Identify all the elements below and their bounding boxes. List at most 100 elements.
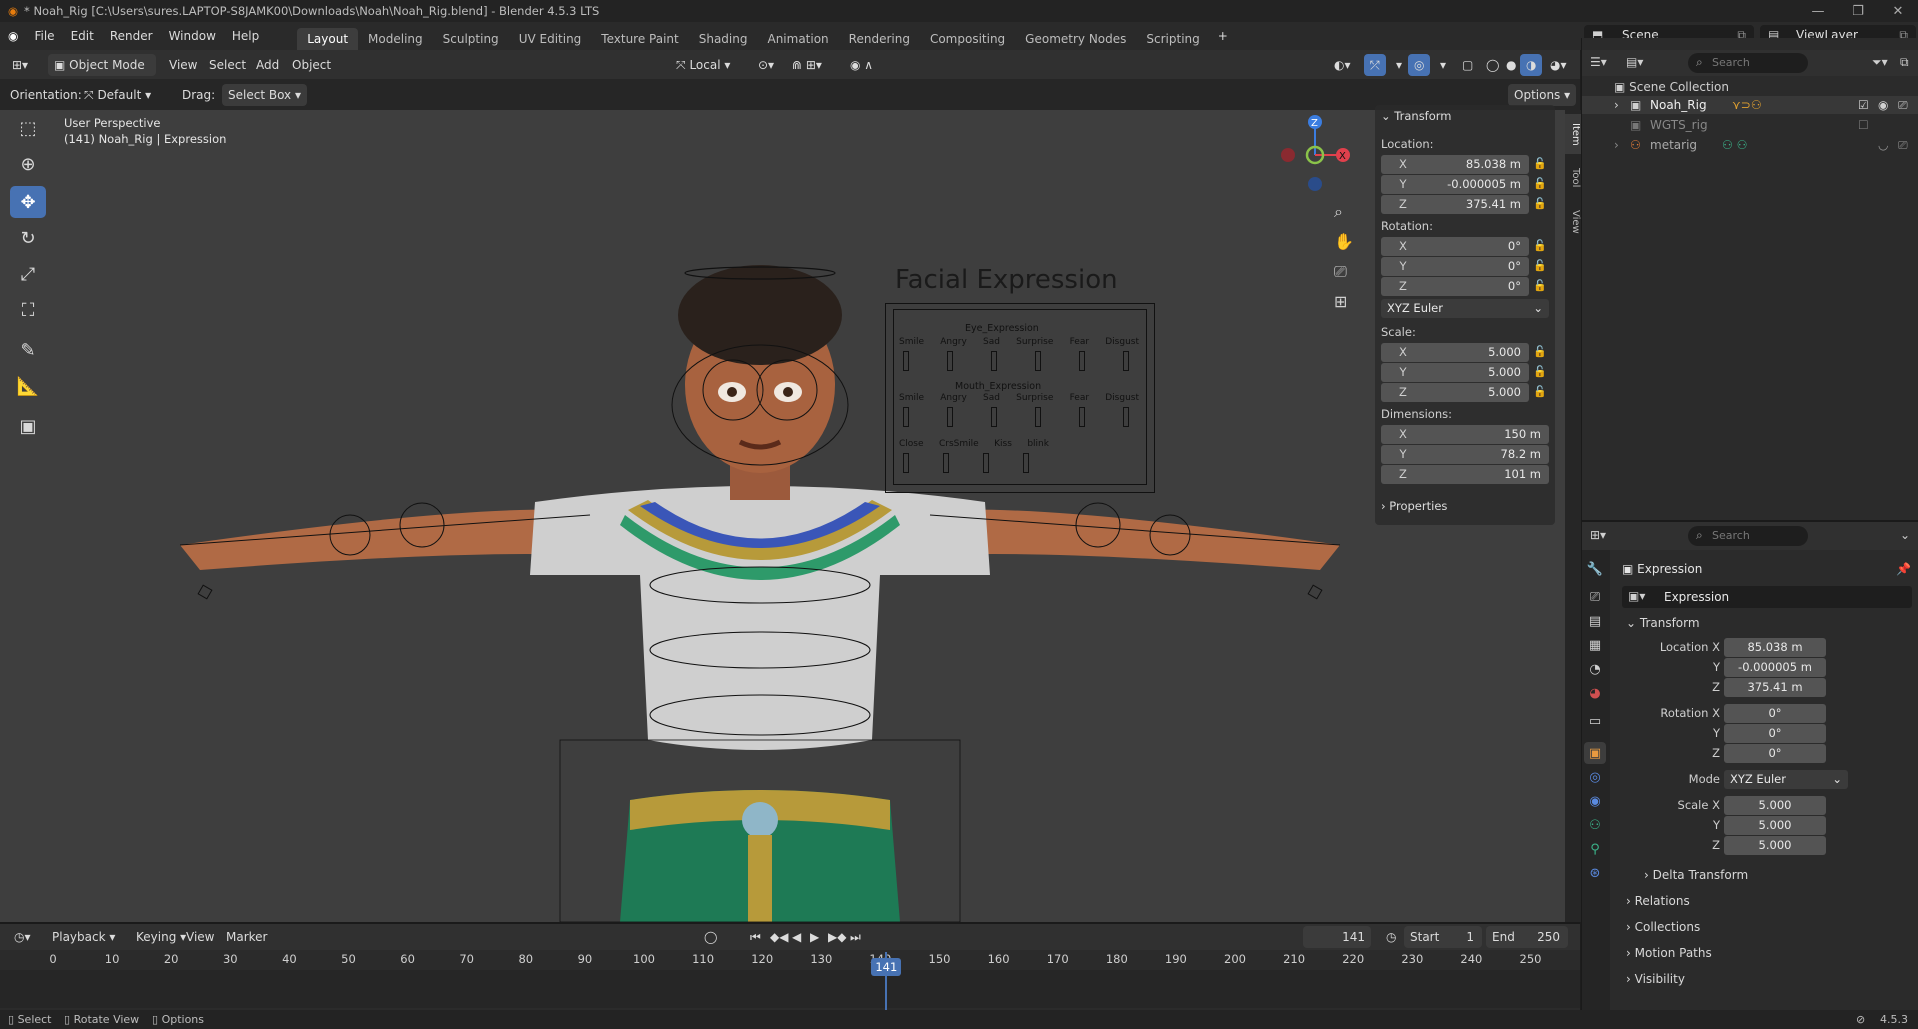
props-scale-z[interactable]: 5.000	[1724, 836, 1826, 855]
constraints-tab-icon[interactable]: ⚇	[1584, 814, 1606, 836]
expression-slider[interactable]	[1123, 407, 1129, 427]
gizmo-neg-z[interactable]	[1308, 177, 1322, 191]
tab-layout[interactable]: Layout	[297, 28, 359, 50]
tab-animation[interactable]: Animation	[757, 28, 838, 50]
blender-menu-icon[interactable]: ◉	[0, 22, 26, 50]
shirt[interactable]	[530, 486, 990, 750]
n-scale-y[interactable]: Y 5.000	[1381, 363, 1529, 382]
measure-icon[interactable]: 📐	[10, 370, 46, 402]
proportional-edit-icon[interactable]: ◉ ∧	[844, 54, 879, 76]
pan-hand-icon[interactable]: ✋	[1334, 232, 1354, 251]
filter-icon[interactable]: ⏷▾	[1872, 55, 1888, 70]
outliner-row-wgts[interactable]: ▣ WGTS_rig ☐	[1582, 116, 1918, 134]
options-dropdown[interactable]: Options ▾	[1508, 84, 1577, 106]
tab-item[interactable]: Item	[1565, 114, 1581, 154]
lock-icon[interactable]: 🔓	[1533, 279, 1547, 293]
properties-search[interactable]: ⌕ Search	[1688, 526, 1808, 546]
timeline-track-area[interactable]	[0, 970, 1580, 1008]
menu-object[interactable]: Object	[286, 54, 337, 76]
overlay-dropdown-icon[interactable]: ▾	[1434, 54, 1452, 76]
tab-compositing[interactable]: Compositing	[920, 28, 1015, 50]
collection-tab-icon[interactable]: ▭	[1584, 710, 1606, 732]
physics-tab-icon[interactable]: ◉	[1584, 790, 1606, 812]
expression-slider[interactable]	[1035, 407, 1041, 427]
props-object-name-field[interactable]: ▣▾ Expression	[1622, 586, 1912, 608]
props-rotation-x[interactable]: 0°	[1724, 704, 1826, 723]
lock-icon[interactable]: 🔓	[1533, 385, 1547, 399]
gizmo-toggle-icon[interactable]: ⤱	[1364, 54, 1386, 76]
outliner-row-noah-rig[interactable]: › ▣ Noah_Rig ⋎⊃⚇ ☑ ◉ ⎚	[1582, 96, 1918, 114]
minimize-button[interactable]: —	[1798, 0, 1838, 22]
rendered-shading-icon[interactable]: ◕▾	[1544, 54, 1573, 76]
props-rotation-y[interactable]: 0°	[1724, 724, 1826, 743]
mode-dropdown[interactable]: ▣ Object Mode ▾	[48, 54, 156, 94]
properties-panel-header[interactable]: › Properties	[1381, 499, 1447, 513]
props-location-x[interactable]: 85.038 m	[1724, 638, 1826, 657]
world-tab-icon[interactable]: ◕	[1584, 682, 1606, 704]
n-rotation-y[interactable]: Y 0°	[1381, 257, 1529, 276]
snap-icon[interactable]: ⋒ ⊞▾	[786, 54, 828, 76]
expression-slider[interactable]	[903, 407, 909, 427]
menu-view[interactable]: View	[163, 54, 203, 76]
tab-texture-paint[interactable]: Texture Paint	[591, 28, 688, 50]
props-motion-paths[interactable]: › Motion Paths	[1626, 946, 1712, 960]
object-tab-icon[interactable]: ▣	[1584, 742, 1606, 764]
playhead-frame-label[interactable]: 141	[871, 958, 902, 976]
display-mode-icon[interactable]: ▤▾	[1626, 55, 1643, 69]
camera-icon[interactable]: ⎚	[1334, 262, 1347, 282]
select-box-icon[interactable]: ⬚	[10, 112, 46, 144]
3d-viewport[interactable]: User Perspective (141) Noah_Rig | Expres…	[0, 110, 1565, 922]
data-tab-icon[interactable]: ⚲	[1584, 838, 1606, 860]
menu-help[interactable]: Help	[224, 22, 267, 50]
camera-render-icon[interactable]: ⎚	[1898, 98, 1908, 113]
lock-icon[interactable]: 🔓	[1533, 157, 1547, 171]
props-delta-transform[interactable]: › Delta Transform	[1644, 868, 1748, 882]
dropdown-icon[interactable]: ⌄	[1900, 528, 1910, 542]
eye-closed-icon[interactable]: ◡	[1878, 138, 1888, 152]
move-icon[interactable]: ✥	[10, 186, 46, 218]
drag-dropdown[interactable]: Select Box ▾	[222, 84, 307, 106]
props-collections[interactable]: › Collections	[1626, 920, 1700, 934]
xray-icon[interactable]: ▢	[1456, 54, 1479, 76]
tab-sculpting[interactable]: Sculpting	[433, 28, 509, 50]
outliner-search[interactable]: ⌕ Search	[1688, 53, 1808, 73]
overlay-toggle-icon[interactable]: ◎	[1408, 54, 1431, 76]
add-cube-icon[interactable]: ▣	[10, 410, 46, 442]
checkbox-icon[interactable]: ☑	[1858, 98, 1869, 112]
n-dimension-x[interactable]: X 150 m	[1381, 425, 1549, 444]
timeline-ruler[interactable]: 0102030405060708090100110120130140150160…	[0, 916, 1580, 976]
props-transform-header[interactable]: ⌄ Transform	[1626, 616, 1700, 630]
props-rotation-z[interactable]: 0°	[1724, 744, 1826, 763]
tab-view[interactable]: View	[1565, 202, 1581, 242]
camera-render-icon[interactable]: ⎚	[1898, 138, 1908, 153]
expression-slider[interactable]	[943, 453, 949, 473]
tab-geometry-nodes[interactable]: Geometry Nodes	[1015, 28, 1136, 50]
expression-slider[interactable]	[983, 453, 989, 473]
props-location-y[interactable]: -0.000005 m	[1724, 658, 1826, 677]
tab-modeling[interactable]: Modeling	[358, 28, 433, 50]
annotate-icon[interactable]: ✎	[10, 334, 46, 366]
menu-file[interactable]: File	[26, 22, 62, 50]
tab-uv-editing[interactable]: UV Editing	[509, 28, 592, 50]
modifiers-tab-icon[interactable]: ◎	[1584, 766, 1606, 788]
lock-icon[interactable]: 🔓	[1533, 177, 1547, 191]
expression-slider[interactable]	[991, 351, 997, 371]
tool-tab-icon[interactable]: 🔧	[1584, 558, 1606, 580]
material-shading-icon[interactable]: ◑	[1520, 54, 1543, 76]
n-rotation-z[interactable]: Z 0°	[1381, 277, 1529, 296]
n-rotation-x[interactable]: X 0°	[1381, 237, 1529, 256]
gizmo-neg-x[interactable]	[1281, 148, 1295, 162]
expression-slider[interactable]	[1023, 453, 1029, 473]
pivot-icon[interactable]: ⊙▾	[752, 54, 780, 76]
orientation-dropdown[interactable]: ⤧ Default ▾	[78, 84, 157, 106]
tab-scripting[interactable]: Scripting	[1136, 28, 1209, 50]
expand-arrow-icon[interactable]: ›	[1614, 138, 1619, 152]
bone-constraint-tab-icon[interactable]: ⊛	[1584, 862, 1606, 884]
close-button[interactable]: ✕	[1878, 0, 1918, 22]
scene-collection-row[interactable]: ▣ Scene Collection	[1614, 80, 1729, 94]
props-location-z[interactable]: 375.41 m	[1724, 678, 1826, 697]
transform-panel-header[interactable]: ⌄ Transform	[1381, 109, 1452, 123]
expression-slider[interactable]	[1035, 351, 1041, 371]
view-layer-tab-icon[interactable]: ▦	[1584, 634, 1606, 656]
menu-render[interactable]: Render	[102, 22, 161, 50]
